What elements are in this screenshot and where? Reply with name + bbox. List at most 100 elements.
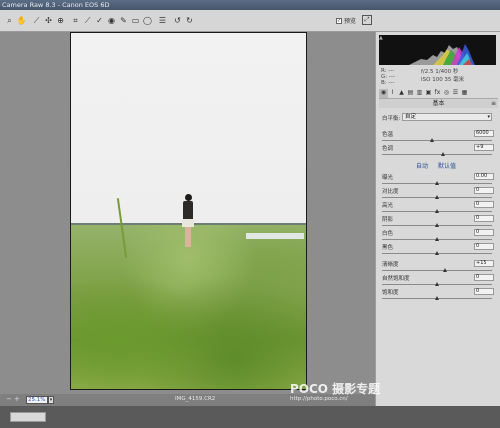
auto-default-links: 自动 默认值	[416, 161, 464, 170]
slider-value-field[interactable]: 0	[474, 274, 494, 281]
panel-title: 基本	[432, 100, 445, 107]
slider-thumb[interactable]	[435, 209, 439, 213]
person-figure	[181, 194, 195, 254]
preferences-icon[interactable]: ☰	[157, 15, 168, 27]
white-balance-select[interactable]: 自定 ▾	[402, 113, 492, 121]
photo-preview	[70, 32, 307, 390]
chevron-down-icon: ▾	[487, 114, 490, 120]
slider-thumb[interactable]	[435, 296, 439, 300]
window-title: Camera Raw 8.3 - Canon EOS 6D	[0, 0, 500, 10]
tab-hsl[interactable]: ▤	[406, 89, 415, 98]
tab-lens[interactable]: ▣	[424, 89, 433, 98]
straighten-icon[interactable]: ⟋	[82, 15, 93, 27]
slider-label: 清晰度	[382, 262, 399, 268]
rotate-left-icon[interactable]: ↺	[172, 15, 183, 27]
preview-checkbox[interactable]: ✓ 预览	[336, 16, 356, 25]
slider-track[interactable]	[382, 154, 492, 155]
fullscreen-icon[interactable]: ⤢	[362, 15, 372, 25]
slider-track[interactable]	[382, 270, 492, 271]
slider-track[interactable]	[382, 140, 492, 141]
slider-value-field[interactable]: 0.00	[474, 173, 494, 180]
histogram-graph	[409, 44, 475, 65]
slider-row: 饱和度 0	[382, 288, 496, 302]
slider-label: 自然饱和度	[382, 276, 410, 282]
red-eye-icon[interactable]: ◉	[106, 15, 117, 27]
color-sampler-icon[interactable]: ✣	[43, 15, 54, 27]
tab-presets[interactable]: ☰	[451, 89, 460, 98]
watermark-url: http://photo.poco.cn/	[290, 396, 348, 402]
slider-label: 色温	[382, 132, 394, 138]
slider-value-field[interactable]: 0	[474, 288, 494, 295]
panel-header: 基本 ≡	[379, 99, 498, 108]
slider-thumb[interactable]	[429, 138, 434, 142]
target-adjust-icon[interactable]: ⊕	[55, 15, 66, 27]
tab-camera-calibration[interactable]: ◎	[442, 89, 451, 98]
tab-detail[interactable]: ▲	[397, 89, 406, 98]
zoom-dropdown-icon[interactable]: ▾	[48, 396, 54, 404]
panel-menu-icon[interactable]: ≡	[491, 99, 496, 108]
watermark: POCO 摄影专题 http://photo.poco.cn/	[290, 380, 380, 402]
slider-label: 黑色	[382, 245, 394, 251]
slider-thumb[interactable]	[435, 181, 439, 185]
checkbox-icon[interactable]: ✓	[336, 17, 342, 24]
slider-row: 高光 0	[382, 201, 496, 215]
graduated-filter-icon[interactable]: ▭	[130, 15, 141, 27]
rotate-right-icon[interactable]: ↻	[184, 15, 195, 27]
slider-value-field[interactable]: 0	[474, 201, 494, 208]
tab-tone-curve[interactable]: ⌇	[388, 89, 397, 98]
iso-info: ISO 100 35 毫米	[421, 77, 465, 83]
pixel-info: R: --- G: --- B: --- f/2.5 1/400 秒 ISO 1…	[379, 68, 496, 86]
zoom-in-button[interactable]: +	[14, 396, 22, 404]
slider-thumb[interactable]	[435, 282, 439, 286]
water-strip	[246, 233, 304, 239]
slider-value-field[interactable]: 0	[474, 243, 494, 250]
slider-row: 曝光 0.00	[382, 173, 496, 187]
zoom-icon[interactable]: ⌕	[4, 15, 15, 27]
slider-thumb[interactable]	[442, 268, 447, 272]
tab-snapshots[interactable]: ▦	[460, 89, 469, 98]
slider-value-field[interactable]: +9	[474, 144, 494, 151]
slider-row: 黑色 0	[382, 243, 496, 257]
slider-value-field[interactable]: 0	[474, 229, 494, 236]
slider-label: 阴影	[382, 217, 394, 223]
slider-label: 白色	[382, 231, 394, 237]
slider-thumb[interactable]	[435, 237, 439, 241]
slider-row: 色调 +9	[382, 144, 496, 158]
slider-row: 阴影 0	[382, 215, 496, 229]
slider-thumb[interactable]	[435, 195, 439, 199]
adjustments-panel: ▲ R: --- G: --- B: --- f/2.5 1/400 秒 ISO…	[375, 32, 500, 406]
tab-effects[interactable]: fx	[433, 89, 442, 98]
slider-row: 对比度 0	[382, 187, 496, 201]
white-balance-value: 自定	[405, 114, 417, 120]
zoom-level-field[interactable]: 25.1%	[26, 396, 48, 404]
toolbar: ⌕ ✋ ⟋ ✣ ⊕ ⌗ ⟋ ✓ ◉ ✎ ▭ ◯ ☰ ↺ ↻	[0, 10, 500, 32]
slider-thumb[interactable]	[440, 152, 445, 156]
auto-link[interactable]: 自动	[416, 163, 428, 170]
radial-filter-icon[interactable]: ◯	[142, 15, 153, 27]
slider-row: 白色 0	[382, 229, 496, 243]
white-balance-label: 白平衡:	[382, 116, 401, 122]
slider-thumb[interactable]	[435, 251, 439, 255]
crop-icon[interactable]: ⌗	[70, 15, 81, 27]
slider-value-field[interactable]: 6000	[474, 130, 494, 137]
zoom-out-button[interactable]: −	[6, 396, 14, 404]
tab-basic[interactable]: ◉	[379, 89, 388, 98]
slider-label: 曝光	[382, 175, 394, 181]
tab-split-toning[interactable]: ▥	[415, 89, 424, 98]
slider-label: 色调	[382, 146, 394, 152]
slider-label: 高光	[382, 203, 394, 209]
white-balance-icon[interactable]: ⟋	[31, 15, 42, 27]
slider-thumb[interactable]	[435, 223, 439, 227]
adjustment-brush-icon[interactable]: ✎	[118, 15, 129, 27]
watermark-brand: POCO 摄影专题	[290, 382, 381, 396]
default-link[interactable]: 默认值	[438, 163, 456, 170]
slider-value-field[interactable]: +15	[474, 260, 494, 267]
slider-value-field[interactable]: 0	[474, 187, 494, 194]
save-image-button[interactable]	[10, 412, 46, 422]
image-canvas[interactable]	[0, 32, 375, 394]
slider-value-field[interactable]: 0	[474, 215, 494, 222]
spot-removal-icon[interactable]: ✓	[94, 15, 105, 27]
b-label: B:	[381, 80, 387, 86]
slider-label: 对比度	[382, 189, 399, 195]
hand-icon[interactable]: ✋	[16, 15, 27, 27]
